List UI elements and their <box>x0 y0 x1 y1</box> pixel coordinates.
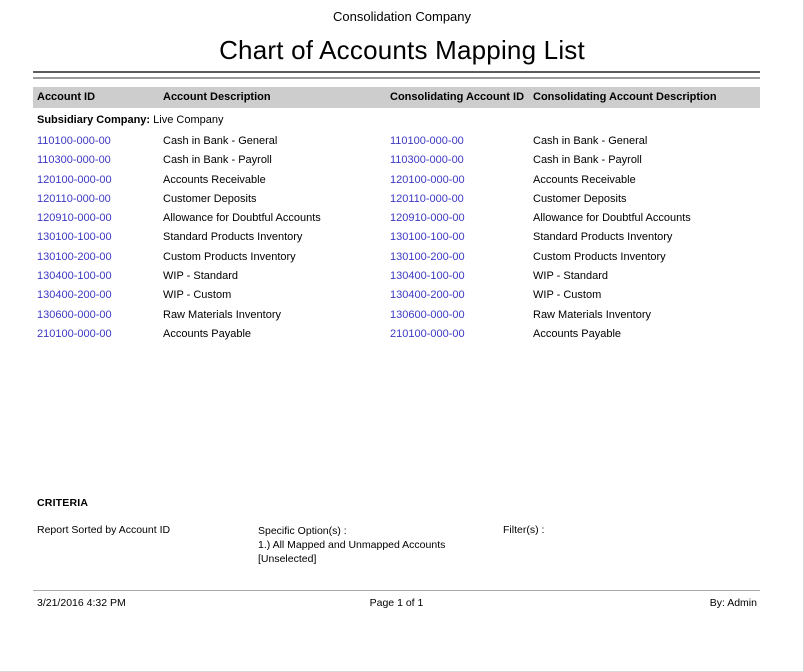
account-description: Accounts Payable <box>163 325 390 344</box>
account-id-link[interactable]: 110300-000-00 <box>37 151 163 170</box>
account-description: Cash in Bank - Payroll <box>163 151 390 170</box>
account-description: WIP - Custom <box>163 286 390 305</box>
consolidating-account-id-link[interactable]: 210100-000-00 <box>390 325 533 344</box>
specific-options-label: Specific Option(s) : <box>258 524 445 538</box>
table-row: 210100-000-00 Accounts Payable 210100-00… <box>33 325 760 344</box>
account-id-link[interactable]: 130400-200-00 <box>37 286 163 305</box>
table-row: 130600-000-00 Raw Materials Inventory 13… <box>33 306 760 325</box>
consolidating-account-id-link[interactable]: 130400-200-00 <box>390 286 533 305</box>
criteria-filters-label: Filter(s) : <box>503 524 544 536</box>
consolidating-account-description: WIP - Standard <box>533 267 760 286</box>
table-row: 110300-000-00 Cash in Bank - Payroll 110… <box>33 151 760 170</box>
footer-printed-by: By: Admin <box>518 596 760 610</box>
consolidating-account-description: WIP - Custom <box>533 286 760 305</box>
table-row: 130400-200-00 WIP - Custom 130400-200-00… <box>33 286 760 305</box>
divider-line-light <box>33 77 760 79</box>
table-row: 110100-000-00 Cash in Bank - General 110… <box>33 132 760 151</box>
footer-divider <box>33 590 760 591</box>
consolidating-account-description: Accounts Payable <box>533 325 760 344</box>
consolidating-account-description: Cash in Bank - Payroll <box>533 151 760 170</box>
table-row: 120910-000-00 Allowance for Doubtful Acc… <box>33 209 760 228</box>
consolidating-account-description: Customer Deposits <box>533 190 760 209</box>
account-description: WIP - Standard <box>163 267 390 286</box>
account-id-link[interactable]: 130600-000-00 <box>37 306 163 325</box>
criteria-specific-options: Specific Option(s) : 1.) All Mapped and … <box>258 524 445 566</box>
report-title: Chart of Accounts Mapping List <box>0 34 804 66</box>
account-description: Allowance for Doubtful Accounts <box>163 209 390 228</box>
account-id-link[interactable]: 210100-000-00 <box>37 325 163 344</box>
table-row: 130100-100-00 Standard Products Inventor… <box>33 228 760 247</box>
column-header-consolidating-account-id: Consolidating Account ID <box>390 87 533 108</box>
consolidating-account-id-link[interactable]: 130400-100-00 <box>390 267 533 286</box>
report-page: Consolidation Company Chart of Accounts … <box>0 0 804 672</box>
account-id-link[interactable]: 130100-200-00 <box>37 248 163 267</box>
account-id-link[interactable]: 120110-000-00 <box>37 190 163 209</box>
criteria-heading: CRITERIA <box>37 497 88 509</box>
consolidating-account-id-link[interactable]: 120110-000-00 <box>390 190 533 209</box>
account-id-link[interactable]: 110100-000-00 <box>37 132 163 151</box>
account-id-link[interactable]: 130100-100-00 <box>37 228 163 247</box>
footer-datetime: 3/21/2016 4:32 PM <box>33 596 275 610</box>
account-id-link[interactable]: 120100-000-00 <box>37 171 163 190</box>
criteria-sorted-by: Report Sorted by Account ID <box>37 524 170 536</box>
consolidating-account-description: Standard Products Inventory <box>533 228 760 247</box>
consolidating-account-id-link[interactable]: 130100-200-00 <box>390 248 533 267</box>
account-description: Raw Materials Inventory <box>163 306 390 325</box>
consolidating-account-id-link[interactable]: 130600-000-00 <box>390 306 533 325</box>
table-header-row: Account ID Account Description Consolida… <box>33 87 760 108</box>
consolidating-account-description: Allowance for Doubtful Accounts <box>533 209 760 228</box>
consolidating-account-description: Accounts Receivable <box>533 171 760 190</box>
subsidiary-company-value: Live Company <box>153 114 223 126</box>
consolidating-account-description: Custom Products Inventory <box>533 248 760 267</box>
table-body: 110100-000-00 Cash in Bank - General 110… <box>33 132 760 344</box>
footer-page-number: Page 1 of 1 <box>275 596 517 610</box>
footer: 3/21/2016 4:32 PM Page 1 of 1 By: Admin <box>33 596 760 610</box>
account-id-link[interactable]: 120910-000-00 <box>37 209 163 228</box>
account-description: Custom Products Inventory <box>163 248 390 267</box>
column-header-account-id: Account ID <box>37 87 163 108</box>
table-row: 130100-200-00 Custom Products Inventory … <box>33 248 760 267</box>
consolidating-account-id-link[interactable]: 130100-100-00 <box>390 228 533 247</box>
account-description: Accounts Receivable <box>163 171 390 190</box>
consolidating-account-id-link[interactable]: 110100-000-00 <box>390 132 533 151</box>
account-description: Cash in Bank - General <box>163 132 390 151</box>
column-header-consolidating-account-description: Consolidating Account Description <box>533 87 760 108</box>
consolidating-account-description: Raw Materials Inventory <box>533 306 760 325</box>
column-header-account-description: Account Description <box>163 87 390 108</box>
table-row: 120110-000-00 Customer Deposits 120110-0… <box>33 190 760 209</box>
consolidating-account-description: Cash in Bank - General <box>533 132 760 151</box>
table-row: 120100-000-00 Accounts Receivable 120100… <box>33 171 760 190</box>
consolidating-account-id-link[interactable]: 120910-000-00 <box>390 209 533 228</box>
account-description: Standard Products Inventory <box>163 228 390 247</box>
subsidiary-group-row: Subsidiary Company: Live Company <box>33 108 760 132</box>
company-name: Consolidation Company <box>0 9 804 25</box>
table-row: 130400-100-00 WIP - Standard 130400-100-… <box>33 267 760 286</box>
specific-option-line: [Unselected] <box>258 552 445 566</box>
account-id-link[interactable]: 130400-100-00 <box>37 267 163 286</box>
title-divider <box>33 71 760 79</box>
consolidating-account-id-link[interactable]: 110300-000-00 <box>390 151 533 170</box>
account-description: Customer Deposits <box>163 190 390 209</box>
specific-option-line: 1.) All Mapped and Unmapped Accounts <box>258 538 445 552</box>
consolidating-account-id-link[interactable]: 120100-000-00 <box>390 171 533 190</box>
subsidiary-company-label: Subsidiary Company: <box>37 114 150 126</box>
